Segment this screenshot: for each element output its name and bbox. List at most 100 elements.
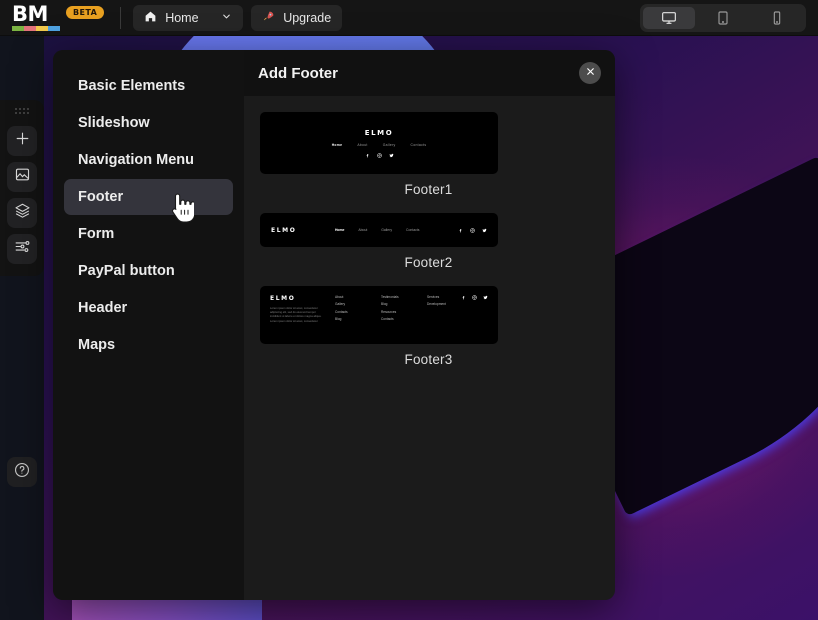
app-root: BM BETA Home Upgrade [0,0,818,620]
plus-icon [14,130,31,152]
home-icon [144,10,157,26]
preview-brand-column: ELMO Lorem ipsum dolor sit amet, consect… [270,295,327,344]
preview-link-columns: About Gallery Contacts Blog Testimonials… [335,295,461,344]
preview-nav-link: Home [332,143,343,147]
app-logo[interactable]: BM BETA [0,5,104,31]
preview-nav-link: Home [335,228,344,232]
add-element-button[interactable] [7,126,37,156]
modal-header: Add Footer [244,50,615,96]
sidebar-item-footer[interactable]: Footer [64,179,233,215]
sidebar-item-label: Footer [78,189,123,205]
device-toggle-tablet[interactable] [697,7,749,29]
toolbar-divider [120,7,121,29]
add-element-modal: Basic Elements Slideshow Navigation Menu… [53,50,615,600]
sidebar-item-navigation-menu[interactable]: Navigation Menu [64,142,233,178]
left-tool-rail [0,100,44,276]
preview-link: Gallery [335,302,369,306]
preview-nav-link: About [357,143,367,147]
preview-nav-link: Gallery [383,143,396,147]
footer-template-list: ELMO Home About Gallery Contacts [244,96,615,600]
device-toggle-mobile[interactable] [751,7,803,29]
instagram-icon [470,228,475,233]
preview-link: About [335,295,369,299]
image-icon [14,166,31,188]
sidebar-item-label: Maps [78,337,115,353]
preview-description: Lorem ipsum dolor sit amet, consectetur … [270,307,327,324]
logo-text: BM [12,5,60,24]
footer-template-option[interactable]: ELMO Lorem ipsum dolor sit amet, consect… [260,286,597,367]
footer-template-label: Footer2 [260,255,597,270]
logo-block: BM [12,5,60,31]
layers-button[interactable] [7,198,37,228]
preview-link-column: Testimonials Blog Resources Contacts [381,295,415,344]
sidebar-item-slideshow[interactable]: Slideshow [64,105,233,141]
preview-link-column: About Gallery Contacts Blog [335,295,369,344]
preview-link: Resources [381,310,415,314]
sidebar-item-label: Basic Elements [78,78,185,94]
footer-template-option[interactable]: ELMO Home About Gallery Contacts [260,112,597,197]
page-selector-home[interactable]: Home [133,5,243,31]
sidebar-item-paypal-button[interactable]: PayPal button [64,253,233,289]
beta-badge: BETA [66,6,104,19]
sidebar-item-label: Navigation Menu [78,152,194,168]
twitter-icon [389,153,394,158]
sliders-icon [14,238,31,260]
preview-link: Blog [335,317,369,321]
device-toggle-desktop[interactable] [643,7,695,29]
preview-link: Services [427,295,461,299]
footer2-preview[interactable]: ELMO Home About Gallery Contacts [260,213,498,247]
instagram-icon [472,295,477,300]
preview-socials [458,228,487,233]
footer-template-label: Footer1 [260,182,597,197]
sidebar-item-basic-elements[interactable]: Basic Elements [64,68,233,104]
help-icon [13,461,31,484]
sidebar-item-maps[interactable]: Maps [64,327,233,363]
preview-nav: Home About Gallery Contacts [335,228,419,232]
preview-nav-link: Contacts [411,143,427,147]
preview-nav-link: Contacts [406,228,419,232]
preview-link: Contacts [381,317,415,321]
preview-link: Blog [381,302,415,306]
instagram-icon [377,153,382,158]
upgrade-button[interactable]: Upgrade [251,5,342,31]
page-selector-label: Home [165,11,198,25]
help-button[interactable] [7,457,37,487]
preview-socials [365,153,394,158]
twitter-icon [483,295,488,300]
chevron-down-icon [221,11,232,25]
preview-link-column: Services Development [427,295,461,344]
modal-title: Add Footer [258,65,338,82]
sidebar-item-label: Form [78,226,114,242]
preview-brand: ELMO [271,227,296,234]
preview-brand: ELMO [365,129,394,137]
footer-template-label: Footer3 [260,352,597,367]
modal-main-panel: Add Footer ELMO Home About Gallery [244,50,615,600]
preview-nav-link: About [358,228,367,232]
device-preview-toggle [640,4,806,32]
logo-color-bars [12,26,60,31]
preview-nav-link: Gallery [381,228,392,232]
sidebar-item-label: PayPal button [78,263,175,279]
preview-link: Contacts [335,310,369,314]
facebook-icon [365,153,370,158]
top-bar: BM BETA Home Upgrade [0,0,818,36]
preview-nav: Home About Gallery Contacts [332,143,427,147]
footer3-preview[interactable]: ELMO Lorem ipsum dolor sit amet, consect… [260,286,498,344]
modal-category-sidebar: Basic Elements Slideshow Navigation Menu… [53,50,244,600]
upgrade-label: Upgrade [283,11,331,25]
preview-link: Testimonials [381,295,415,299]
facebook-icon [458,228,463,233]
layers-icon [14,202,31,224]
media-button[interactable] [7,162,37,192]
footer-template-option[interactable]: ELMO Home About Gallery Contacts [260,213,597,270]
sidebar-item-label: Header [78,300,127,316]
preview-link: Development [427,302,461,306]
sidebar-item-label: Slideshow [78,115,150,131]
footer1-preview[interactable]: ELMO Home About Gallery Contacts [260,112,498,174]
facebook-icon [461,295,466,300]
settings-button[interactable] [7,234,37,264]
sidebar-item-header[interactable]: Header [64,290,233,326]
close-modal-button[interactable] [579,62,601,84]
sidebar-item-form[interactable]: Form [64,216,233,252]
drag-handle[interactable] [15,108,29,114]
